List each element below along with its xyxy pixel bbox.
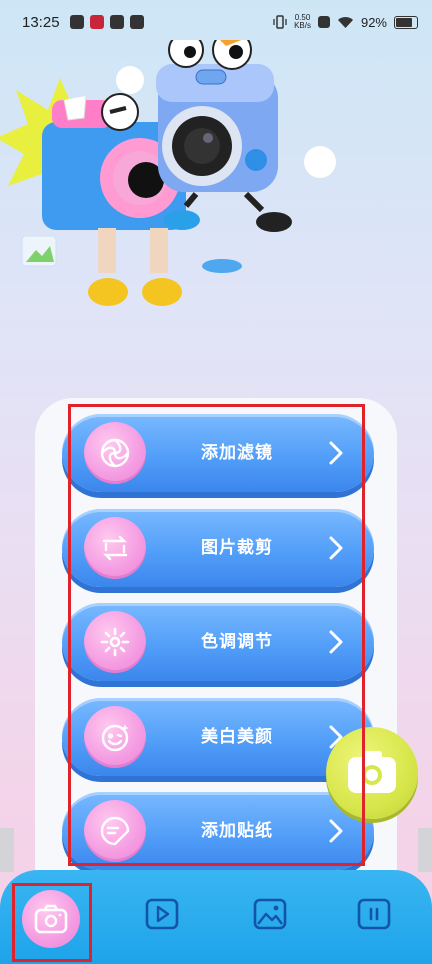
sun-adjust-icon-circle (84, 611, 146, 673)
camera-icon (348, 751, 396, 793)
smiley-face-icon-circle (84, 706, 146, 768)
tone-adjust-button[interactable]: 色调调节 (62, 603, 374, 681)
chevron-right-icon (329, 819, 343, 843)
crop-icon (102, 535, 128, 561)
battery-text: 92% (360, 14, 387, 30)
sticker-icon (100, 816, 130, 846)
net-speed-unit: KB/s (294, 21, 311, 30)
flower-filter-icon-circle (84, 422, 146, 484)
wifi-icon (337, 16, 353, 28)
add-filter-button[interactable]: 添加滤镜 (62, 414, 374, 492)
side-strip-left (0, 828, 14, 872)
crop-image-label: 图片裁剪 (201, 538, 273, 558)
pause-menu-icon (357, 898, 391, 930)
notification-icons (70, 15, 144, 29)
hero-illustration (0, 40, 336, 306)
net-speed: 0.50 KB/s (294, 14, 311, 30)
message-notification-icon-2 (130, 15, 144, 29)
bottom-nav (0, 870, 432, 964)
nav-video-tab[interactable] (140, 892, 184, 936)
battery-icon (394, 15, 418, 29)
vibrate-icon (273, 15, 287, 29)
status-right: 0.50 KB/s 92% (273, 14, 418, 30)
crop-image-button[interactable]: 图片裁剪 (62, 509, 374, 587)
add-sticker-label: 添加贴纸 (201, 821, 273, 841)
app-notification-icon (90, 15, 104, 29)
chevron-right-icon (329, 536, 343, 560)
add-filter-label: 添加滤镜 (201, 443, 273, 463)
smiley-face-icon (101, 724, 129, 752)
image-gallery-icon (253, 898, 287, 930)
floating-camera-button[interactable] (326, 727, 418, 819)
chevron-right-icon (329, 630, 343, 654)
add-sticker-button[interactable]: 添加贴纸 (62, 792, 374, 870)
flower-filter-icon (100, 438, 130, 468)
camera-icon (34, 904, 68, 934)
chevron-right-icon (329, 441, 343, 465)
side-strip-right (418, 828, 432, 872)
message-notification-icon (110, 15, 124, 29)
sun-adjust-icon (100, 627, 130, 657)
status-bar: 13:25 0.50 KB/s 92% (0, 0, 432, 44)
sim-x-icon (317, 16, 330, 28)
sticker-icon-circle (84, 800, 146, 862)
status-time: 13:25 (22, 14, 60, 31)
beauty-whiten-label: 美白美颜 (201, 727, 273, 747)
crop-icon-circle (84, 517, 146, 579)
mail-notification-icon (70, 15, 84, 29)
tone-adjust-label: 色调调节 (201, 632, 273, 652)
nav-gallery-tab[interactable] (248, 892, 292, 936)
play-video-icon (145, 898, 179, 930)
nav-camera-tab[interactable] (22, 890, 80, 948)
nav-more-tab[interactable] (352, 892, 396, 936)
